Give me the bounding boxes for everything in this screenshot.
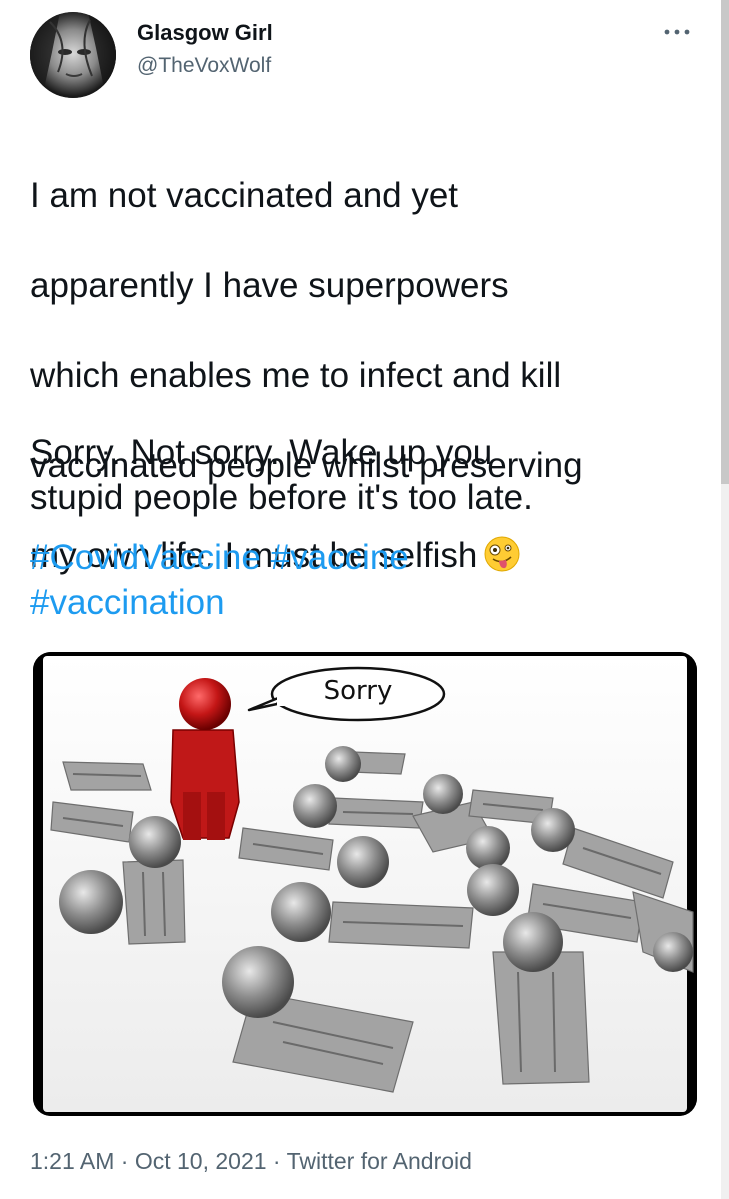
user-handle[interactable]: @TheVoxWolf <box>137 54 271 78</box>
red-standing-figure <box>170 678 240 840</box>
hashtag-link[interactable]: #vaccine <box>271 538 409 577</box>
hashtag-list: #CovidVaccine #vaccine #vaccination <box>30 535 710 625</box>
tweet-line: which enables me to infect and kill <box>30 356 562 395</box>
tweet-paragraph-2: Sorry. Not sorry. Wake up you stupid peo… <box>30 430 710 520</box>
tweet-time[interactable]: 1:21 AM <box>30 1148 114 1174</box>
speech-bubble-text: Sorry <box>323 676 393 706</box>
fallen-figures-illustration <box>33 652 697 1116</box>
display-name[interactable]: Glasgow Girl <box>137 20 273 46</box>
hashtag-link[interactable]: #CovidVaccine <box>30 538 261 577</box>
avatar[interactable] <box>30 12 116 98</box>
scrollbar-thumb[interactable] <box>721 0 729 484</box>
tweet-source[interactable]: Twitter for Android <box>287 1148 472 1174</box>
tweet-line: I am not vaccinated and yet <box>30 176 459 215</box>
meta-separator: · <box>114 1148 135 1174</box>
hashtag-link[interactable]: #vaccination <box>30 583 225 622</box>
more-options-icon <box>664 29 690 35</box>
tweet-line: apparently I have superpowers <box>30 266 509 305</box>
tweet-metadata: 1:21 AM · Oct 10, 2021 · Twitter for And… <box>30 1148 472 1175</box>
tweet-line: Sorry. Not sorry. Wake up you <box>30 433 493 472</box>
tweet-header: Glasgow Girl @TheVoxWolf <box>30 12 709 98</box>
more-options-button[interactable] <box>661 22 693 42</box>
tweet-media-image[interactable]: Sorry <box>33 652 697 1116</box>
avatar-portrait-image <box>30 12 116 98</box>
tweet-line: stupid people before it's too late. <box>30 478 533 517</box>
tweet-date[interactable]: Oct 10, 2021 <box>135 1148 267 1174</box>
meta-separator: · <box>266 1148 287 1174</box>
